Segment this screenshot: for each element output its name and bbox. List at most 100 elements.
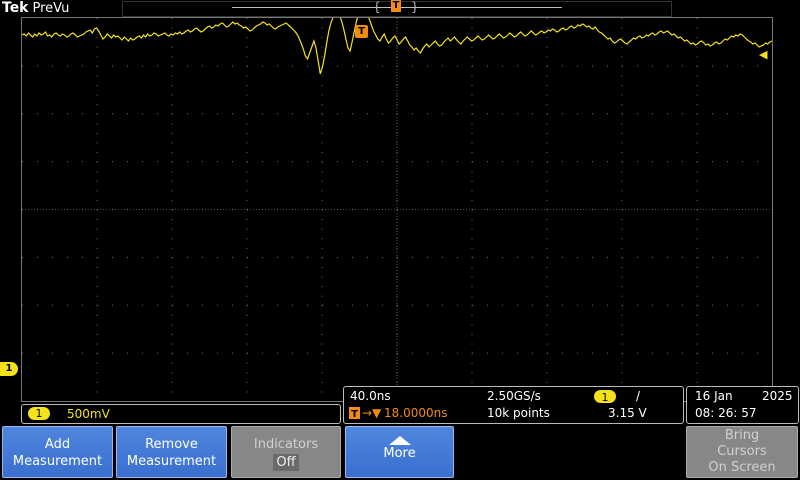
grid-dot [246,247,248,249]
grid-dot [621,46,623,48]
grid-dot [546,314,548,316]
grid-dot [171,372,173,374]
grid-dot [307,352,308,354]
grid-dot [682,161,683,163]
grid-dot [321,343,323,345]
grid-dot [742,113,743,115]
add-measurement-button[interactable]: Add Measurement [2,426,113,478]
grid-dots [22,18,773,393]
grid-dot [696,75,698,77]
grid-dot [171,199,173,201]
ch1-ground-marker[interactable]: 1 [0,362,18,376]
grid-dot [621,343,623,345]
date-time-readout[interactable]: 16 Jan 2025 08: 26: 57 [686,386,799,424]
grid-dot [487,304,488,306]
grid-dot [772,257,773,258]
remove-measurement-button[interactable]: Remove Measurement [116,426,227,478]
grid-dot [142,65,143,67]
grid-dot [696,180,698,182]
grid-dot [292,161,293,163]
grid-dot [171,142,173,144]
grid-dot [396,132,398,134]
horizontal-scale: 40.0ns [350,389,391,403]
grid-dot [157,161,158,163]
record-length: 10k points [487,406,550,420]
channel-1-readout[interactable]: 1 500mV [21,404,341,424]
grid-dot [621,228,623,230]
grid-dot [337,256,338,258]
grid-dot [171,132,173,134]
grid-dot [562,304,563,306]
grid-dot [667,65,668,67]
grid-dot [652,65,653,67]
grid-dot [321,228,323,230]
grid-dot [562,352,563,354]
remove-measurement-line2: Measurement [126,454,217,469]
grid-dot [547,256,548,258]
grid-dot [232,352,233,354]
grid-dot [696,266,698,268]
grid-dot [67,256,68,258]
bring-cursors-on-screen-button[interactable]: Bring Cursors On Screen [686,426,798,478]
grid-dot [142,352,143,354]
grid-dot [442,113,443,115]
grid-dot [532,256,533,258]
grid-dot [757,65,758,67]
more-button[interactable]: More [345,426,454,478]
grid-dot [712,65,713,67]
grid-dot [96,391,98,393]
grid-dot [82,65,83,67]
grid-dot [171,238,173,240]
grid-dot [22,352,23,354]
grid-dot [307,65,308,67]
grid-dot [171,180,173,182]
grid-dot [546,142,548,144]
grid-dot [127,256,128,258]
grid-dot [171,276,173,278]
grid-dot [96,295,98,297]
grid-dot [397,161,398,163]
grid-dot [171,266,173,268]
grid-dot [546,56,548,58]
grid-dot [96,238,98,240]
grid-dot [637,161,638,163]
grid-dot [622,256,623,258]
grid-dot [637,256,638,258]
grid-dot [742,352,743,354]
grid-dot [742,256,743,258]
grid-dot [352,304,353,306]
grid-dot [696,123,698,125]
grid-dot [546,324,548,326]
grid-dot [396,295,398,297]
grid-dot [471,37,473,39]
bring-cursors-line2: Cursors [717,444,767,459]
grid-dot [321,94,323,96]
grid-dot [22,161,23,163]
grid-dot [696,381,698,383]
grid-dot [96,46,98,48]
grid-dot [621,37,623,39]
grid-dot [621,286,623,288]
grid-dot [396,343,398,345]
graticule[interactable] [21,17,773,402]
grid-dot [396,247,398,249]
grid-dot [321,46,323,48]
grid-dot [622,113,623,115]
indicators-button[interactable]: Indicators Off [231,426,341,478]
grid-dot [471,333,473,335]
grid-dot [171,324,173,326]
grid-dot [396,199,398,201]
grid-dot [652,304,653,306]
grid-dot [412,65,413,67]
timebase-trigger-readout[interactable]: 40.0ns 2.50GS/s 1 / T →▼ 18.0000ns 10k p… [343,386,684,424]
grid-dot [277,65,278,67]
grid-dot [546,190,548,192]
grid-dot [246,391,248,393]
grid-dot [696,190,698,192]
grid-dot [472,65,473,67]
trigger-level-arrow-icon[interactable]: ◀ [759,48,767,61]
grid-dot [187,161,188,163]
grid-dot [367,113,368,115]
trigger-position-icon[interactable]: T [355,25,368,38]
grid-dot [621,180,623,182]
